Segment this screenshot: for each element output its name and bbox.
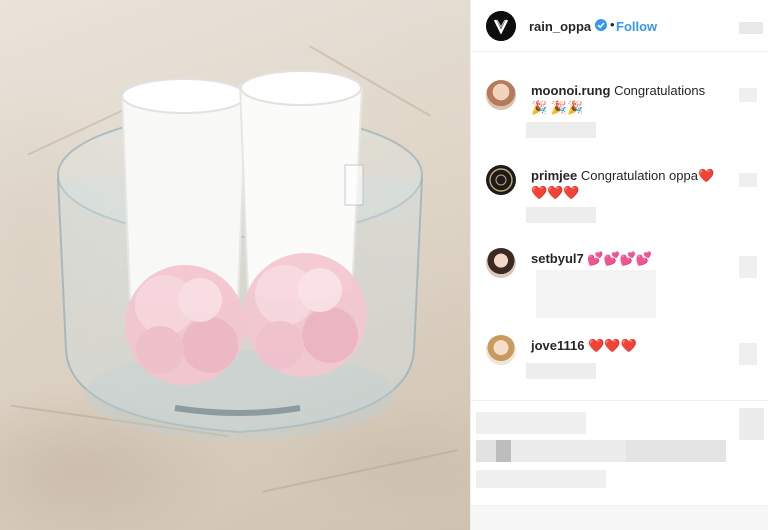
header-separator: • (610, 17, 615, 32)
comment-username[interactable]: primjee (531, 168, 577, 183)
pixelated-area (739, 22, 763, 34)
author-username[interactable]: rain_oppa (529, 19, 591, 34)
comment-item: primjee Congratulation oppa❤️ ❤️❤️❤️ (471, 165, 768, 245)
comment-text: setbyul7 💕💕💕💕 (531, 250, 721, 267)
comment-username[interactable]: moonoi.rung (531, 83, 610, 98)
comment-like-icon[interactable] (739, 256, 757, 278)
add-comment-area[interactable] (471, 505, 768, 530)
pixelated-area (476, 470, 606, 488)
comment-like-icon[interactable] (739, 88, 757, 102)
pixelated-area (476, 412, 586, 434)
rain-logo-icon (486, 11, 516, 41)
pixelated-area (526, 207, 596, 223)
follow-button[interactable]: Follow (616, 19, 657, 34)
pixelated-area (526, 122, 596, 138)
comment-like-icon[interactable] (739, 173, 757, 187)
commenter-avatar[interactable] (486, 165, 516, 195)
comment-like-icon[interactable] (739, 343, 757, 365)
author-avatar[interactable] (486, 11, 516, 41)
comment-item: jove1116 ❤️❤️❤️ (471, 335, 768, 395)
comment-body: 💕💕💕💕 (587, 251, 653, 266)
pixelated-area (739, 408, 764, 440)
comment-text: moonoi.rung Congratulations 🎉 🎉🎉 (531, 82, 721, 116)
baby-socks-illustration (57, 70, 423, 440)
pixelated-area (536, 270, 656, 318)
comments-panel: rain_oppa • Follow moonoi.rung Congratul… (470, 0, 768, 530)
commenter-avatar[interactable] (486, 248, 516, 278)
pixelated-area (526, 363, 596, 379)
verified-badge-icon (595, 19, 607, 31)
comment-username[interactable]: jove1116 (531, 338, 585, 353)
comment-text: primjee Congratulation oppa❤️ ❤️❤️❤️ (531, 167, 721, 201)
commenter-avatar[interactable] (486, 80, 516, 110)
post-photo (0, 0, 470, 530)
comment-body: ❤️❤️❤️ (588, 338, 637, 353)
brand-logo-icon (489, 168, 513, 192)
commenter-avatar[interactable] (486, 335, 516, 365)
comment-text: jove1116 ❤️❤️❤️ (531, 337, 721, 354)
comment-item: moonoi.rung Congratulations 🎉 🎉🎉 (471, 80, 768, 160)
post-header: rain_oppa • Follow (471, 0, 768, 52)
pixelated-area (476, 440, 726, 462)
comment-item: setbyul7 💕💕💕💕 (471, 248, 768, 338)
comment-username[interactable]: setbyul7 (531, 251, 584, 266)
actions-divider (471, 400, 768, 401)
